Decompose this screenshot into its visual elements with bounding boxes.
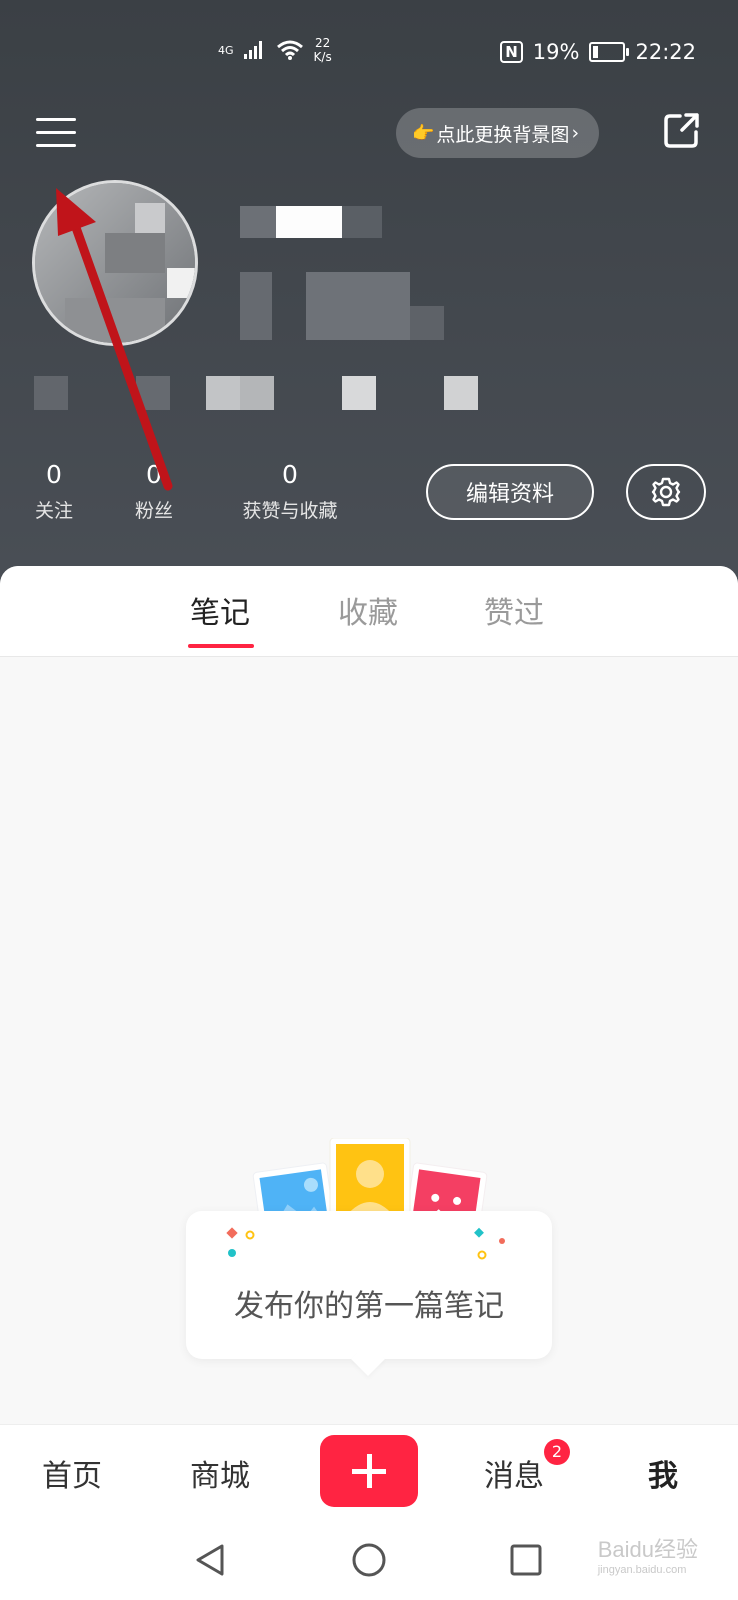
signal-icon	[243, 41, 262, 59]
settings-button[interactable]	[626, 464, 706, 520]
following-label: 关注	[34, 500, 73, 522]
network-speed: 22 K/s	[313, 36, 332, 64]
change-background-button[interactable]: 👉 点此更换背景图 ›	[396, 108, 600, 158]
back-icon[interactable]	[192, 1542, 228, 1578]
edit-profile-button[interactable]: 编辑资料	[426, 464, 594, 520]
home-circle-icon[interactable]	[351, 1542, 387, 1578]
profile-tabs: 笔记 收藏 赞过	[0, 566, 738, 657]
nav-home[interactable]: 首页	[42, 1451, 102, 1495]
publish-button[interactable]	[320, 1435, 418, 1507]
battery-percent: 19%	[532, 40, 580, 64]
stat-following[interactable]: 0 关注	[22, 460, 86, 524]
nav-me[interactable]: 我	[648, 1451, 678, 1495]
clock: 22:22	[635, 40, 696, 64]
bottom-nav: 首页 商城 消息 2 我	[0, 1424, 738, 1521]
network-type: 4G	[218, 43, 234, 57]
gear-icon	[651, 477, 681, 507]
recents-square-icon[interactable]	[508, 1542, 544, 1578]
profile-header: 4G 22 K/s N 19% 22:22 👉 点此更换背景图 › 0 关注 0…	[0, 0, 738, 600]
active-tab-indicator	[188, 644, 254, 648]
menu-icon[interactable]	[36, 118, 76, 152]
sparkle-icon	[474, 1227, 505, 1260]
avatar[interactable]	[32, 180, 198, 346]
share-icon[interactable]	[662, 110, 702, 150]
sparkle-icon	[226, 1227, 255, 1257]
stat-likes-collects[interactable]: 0 获赞与收藏	[222, 460, 358, 524]
stat-followers[interactable]: 0 粉丝	[122, 460, 186, 524]
wifi-icon	[276, 40, 303, 60]
tab-notes[interactable]: 笔记	[190, 588, 250, 632]
empty-state-text: 发布你的第一篇笔记	[234, 1289, 504, 1324]
chevron-right-icon: ›	[571, 122, 580, 144]
pointing-hand-icon: 👉	[412, 122, 435, 144]
messages-badge: 2	[544, 1439, 570, 1465]
baidu-watermark: Baidu经验 jingyan.baidu.com	[597, 1537, 698, 1576]
nfc-icon: N	[500, 41, 523, 63]
tab-collections[interactable]: 收藏	[338, 588, 398, 632]
nav-messages[interactable]: 消息	[484, 1451, 544, 1495]
notes-panel: 笔记 收藏 赞过 发布你的第一篇笔记	[0, 566, 738, 1426]
following-count: 0	[46, 460, 62, 489]
nav-mall[interactable]: 商城	[190, 1451, 250, 1495]
followers-count: 0	[146, 460, 162, 489]
battery-icon	[589, 42, 630, 62]
followers-label: 粉丝	[134, 500, 173, 522]
likes-collects-label: 获赞与收藏	[242, 500, 338, 522]
status-bar: 4G 22 K/s N 19% 22:22	[0, 30, 738, 76]
system-nav-bar: Baidu经验 jingyan.baidu.com	[0, 1520, 738, 1600]
tab-liked[interactable]: 赞过	[484, 588, 544, 632]
empty-state-card[interactable]: 发布你的第一篇笔记	[186, 1211, 552, 1376]
change-background-label: 点此更换背景图	[436, 123, 570, 146]
likes-collects-count: 0	[282, 460, 298, 489]
